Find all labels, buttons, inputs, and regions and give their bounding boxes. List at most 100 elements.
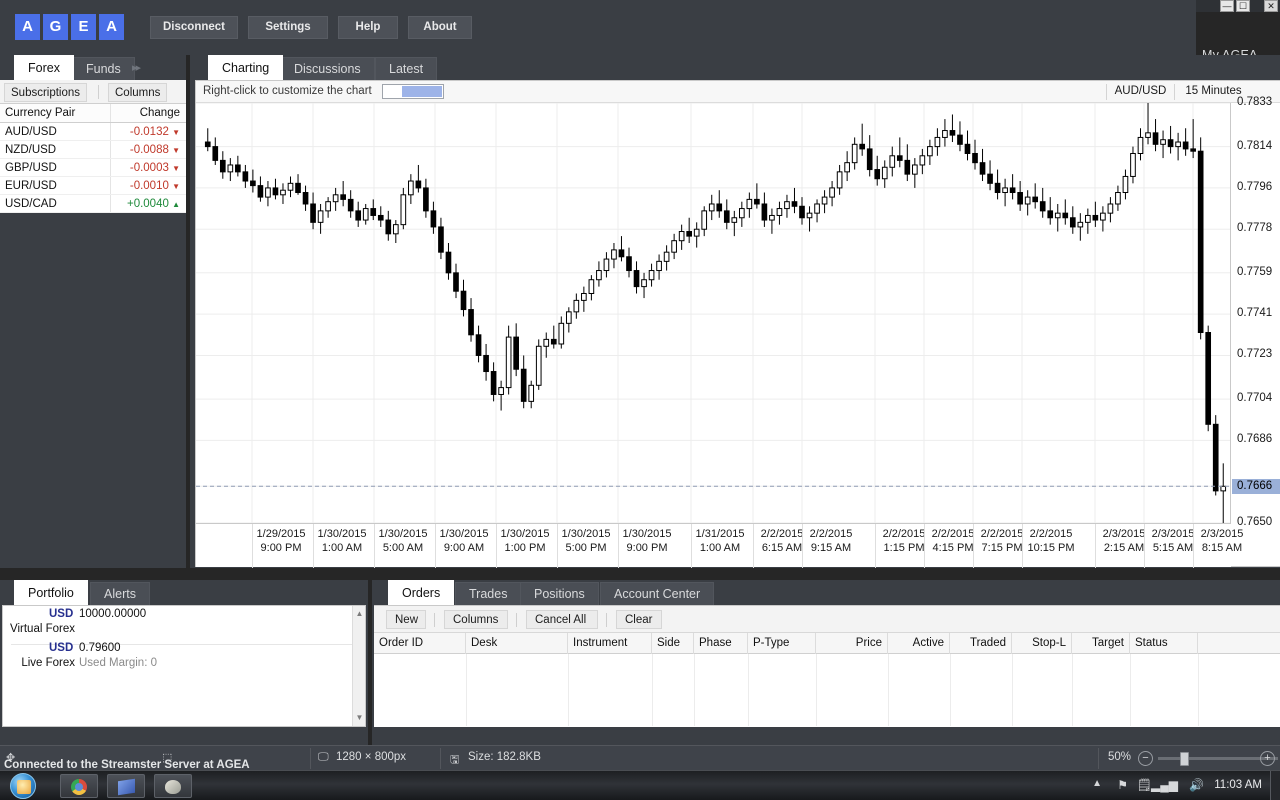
app-header: A G E A Disconnect Settings Help About — [0, 0, 1196, 55]
orders-column-header[interactable]: Stop-L — [1012, 633, 1072, 654]
time-tick-label: 1/30/2015 9:00 PM — [622, 528, 672, 554]
start-button[interactable] — [10, 773, 36, 799]
orders-grid[interactable] — [374, 654, 1280, 726]
time-tick-label: 2/3/2015 8:15 AM — [1200, 528, 1244, 554]
subscriptions-button[interactable]: Subscriptions — [4, 83, 88, 102]
disk-icon: 🖫 — [450, 754, 460, 766]
show-desktop-button[interactable] — [1270, 771, 1280, 800]
time-tick-label: 1/30/2015 1:00 AM — [317, 528, 367, 554]
tab-positions[interactable]: Positions — [520, 582, 599, 605]
taskbar-explorer-button[interactable] — [107, 774, 145, 798]
time-axis: 1/29/2015 9:00 PM 1/30/2015 1:00 AM 1/30/201… — [196, 523, 1243, 568]
signal-icon[interactable]: ▂▄▆ — [1151, 778, 1178, 792]
orders-column-header[interactable]: Active — [888, 633, 950, 654]
left-panel-toolbar: Subscriptions Columns — [0, 80, 186, 104]
portfolio-panel: Portfolio Alerts USD 10000.00000 Virtual… — [0, 580, 368, 745]
cell-pair: NZD/USD — [5, 144, 57, 156]
portfolio-row[interactable]: USD 10000.00000 Virtual Forex — [3, 606, 365, 645]
zoom-in-button[interactable]: + — [1260, 751, 1275, 766]
orders-column-header[interactable]: Order ID — [374, 633, 466, 654]
tab-trades[interactable]: Trades — [455, 582, 522, 605]
portfolio-currency: USD — [49, 642, 74, 654]
tab-charting[interactable]: Charting — [208, 55, 284, 80]
portfolio-value: 10000.00000 — [79, 608, 147, 620]
scroll-down-icon[interactable]: ▼ — [355, 713, 364, 722]
table-row[interactable]: GBP/USD -0.0003 ▼ — [0, 159, 186, 177]
tab-forex[interactable]: Forex — [14, 55, 74, 80]
orders-column-header[interactable]: Phase — [694, 633, 748, 654]
down-arrow-icon: ▼ — [172, 182, 180, 191]
window-maximize-button[interactable]: ☐ — [1236, 0, 1250, 12]
tab-latest-news[interactable]: Latest News — [375, 57, 438, 98]
window-minimize-button[interactable]: — — [1220, 0, 1234, 12]
chart-symbol-label[interactable]: AUD/USD — [1106, 84, 1174, 100]
tab-discussions[interactable]: Discussions — [280, 57, 375, 80]
cancel-all-button[interactable]: Cancel All — [526, 610, 598, 629]
orders-column-header[interactable]: P-Type — [748, 633, 816, 654]
zoom-out-button[interactable]: − — [1138, 751, 1153, 766]
portfolio-scrollbar[interactable]: ▲ ▼ — [352, 606, 365, 726]
window-close-button[interactable]: ✕ — [1264, 0, 1278, 12]
tab-account-center[interactable]: Account Center — [600, 582, 715, 605]
new-order-button[interactable]: New — [386, 610, 426, 629]
chart-progress-indicator — [382, 84, 444, 99]
orders-column-header[interactable]: Traded — [950, 633, 1012, 654]
orders-grid-separator — [1012, 654, 1013, 726]
clock-label[interactable]: 11:03 AM — [1214, 779, 1262, 791]
cell-change: -0.0132 ▼ — [110, 123, 186, 140]
taskbar-paint-button[interactable] — [154, 774, 192, 798]
action-center-icon[interactable]: 🗒 — [1137, 778, 1152, 792]
scroll-up-icon[interactable]: ▲ — [355, 609, 364, 618]
disconnect-button[interactable]: Disconnect — [150, 16, 238, 39]
orders-column-header[interactable]: Side — [652, 633, 694, 654]
table-row[interactable]: AUD/USD -0.0132 ▼ — [0, 123, 186, 141]
clear-button[interactable]: Clear — [616, 610, 662, 629]
table-row[interactable]: USD/CAD +0.0040 ▲ — [0, 195, 186, 213]
about-button[interactable]: About — [408, 16, 472, 39]
settings-button[interactable]: Settings — [248, 16, 328, 39]
orders-grid-separator — [568, 654, 569, 726]
price-tick-label: 0.7741 — [1237, 307, 1273, 320]
orders-grid-separator — [1198, 654, 1199, 726]
orders-column-header[interactable]: Price — [816, 633, 888, 654]
image-dimensions-label: 1280 × 800px — [336, 751, 407, 763]
price-tick-label: 0.7704 — [1237, 392, 1273, 405]
help-button[interactable]: Help — [338, 16, 398, 39]
cell-change: -0.0010 ▼ — [110, 177, 186, 194]
tab-portfolio[interactable]: Portfolio — [14, 580, 88, 605]
portfolio-row[interactable]: USD 0.79600 Live Forex Used Margin: 0 — [3, 640, 365, 674]
tab-orders[interactable]: Orders — [388, 580, 455, 605]
left-panel: Forex Funds ▸▸ Subscriptions Columns Cur… — [0, 55, 186, 568]
candlestick-plot[interactable] — [196, 103, 1231, 523]
orders-columns-button[interactable]: Columns — [444, 610, 508, 629]
table-row[interactable]: NZD/USD -0.0088 ▼ — [0, 141, 186, 159]
orders-column-header[interactable]: Status — [1130, 633, 1198, 654]
cell-change: -0.0003 ▼ — [110, 159, 186, 176]
portfolio-account-name: Live Forex — [21, 657, 75, 669]
orders-column-header[interactable]: Instrument — [568, 633, 652, 654]
logo-letter: A — [15, 14, 40, 40]
last-price-label: 0.7666 — [1232, 479, 1280, 495]
down-arrow-icon: ▼ — [172, 146, 180, 155]
network-error-icon[interactable]: ⚑ — [1117, 778, 1128, 792]
orders-body: New Columns Cancel All Clear Order ID Des… — [374, 605, 1280, 727]
tab-alerts[interactable]: Alerts — [90, 582, 150, 605]
time-tick-label: 2/2/2015 9:15 AM — [809, 528, 853, 554]
columns-button[interactable]: Columns — [108, 83, 168, 102]
table-row[interactable]: EUR/USD -0.0010 ▼ — [0, 177, 186, 195]
orders-grid-separator — [1072, 654, 1073, 726]
column-change[interactable]: Change — [110, 104, 186, 122]
price-axis[interactable]: 0.7833 0.7814 0.7796 0.7778 0.7759 0.7741 0.77… — [1230, 96, 1280, 546]
price-tick-label: 0.7778 — [1237, 222, 1273, 235]
more-tabs-arrows-icon[interactable]: ▸▸ — [132, 61, 141, 74]
tab-funds[interactable]: Funds — [72, 57, 135, 80]
orders-column-header[interactable]: Desk — [466, 633, 568, 654]
column-currency-pair[interactable]: Currency Pair — [0, 104, 110, 122]
tray-expand-icon[interactable]: ▲ — [1092, 778, 1102, 789]
taskbar-chrome-button[interactable] — [60, 774, 98, 798]
volume-icon[interactable]: 🔊 — [1189, 778, 1204, 792]
zoom-slider-handle[interactable] — [1180, 752, 1189, 766]
orders-column-header[interactable]: Target — [1072, 633, 1130, 654]
table-header-row: Currency Pair Change — [0, 104, 186, 123]
price-tick-label: 0.7796 — [1237, 180, 1273, 193]
